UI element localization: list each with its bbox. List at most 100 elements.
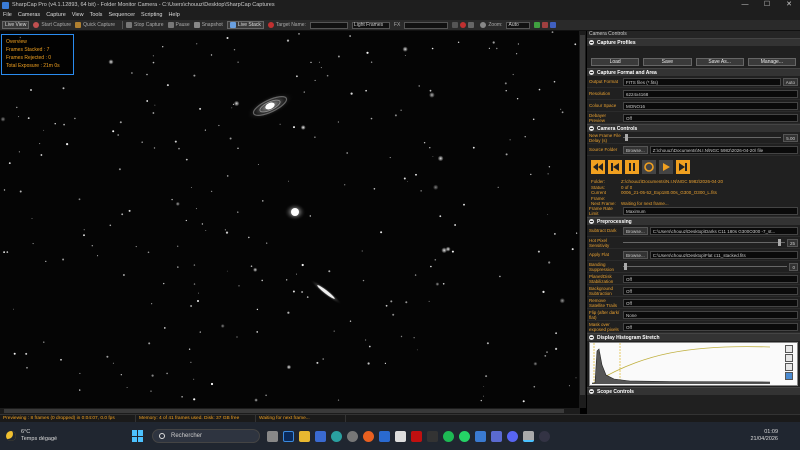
menu-scripting[interactable]: Scripting: [141, 12, 162, 18]
manage-button[interactable]: Manage...: [747, 58, 796, 66]
reload-icon[interactable]: [642, 160, 656, 174]
play-icon[interactable]: [659, 160, 673, 174]
rewind-icon[interactable]: [591, 160, 605, 174]
reticle-icon[interactable]: [460, 22, 467, 28]
sharpcap-icon[interactable]: [522, 430, 534, 442]
store-icon[interactable]: [314, 430, 326, 442]
banding-slider[interactable]: [623, 263, 788, 270]
apply-flat-value[interactable]: C:\Users\chouuz\Desktop\Flat c11_stacked…: [649, 250, 798, 259]
target-name-input[interactable]: [309, 21, 348, 29]
focus-icon[interactable]: [550, 22, 557, 28]
histogram-header[interactable]: Display Histogram Stretch: [587, 333, 800, 341]
preprocessing-header[interactable]: Preprocessing: [587, 217, 800, 225]
slider-handle[interactable]: [625, 134, 628, 141]
menu-file[interactable]: File: [3, 12, 12, 18]
menu-capture[interactable]: Capture: [46, 12, 66, 18]
stretch-settings-icon[interactable]: [785, 372, 793, 380]
frame-rate-select[interactable]: Maximum: [623, 206, 798, 215]
vpn-icon[interactable]: [474, 430, 486, 442]
firefox-icon[interactable]: [362, 430, 374, 442]
hot-pixel-value[interactable]: 25: [786, 238, 798, 247]
histogram-tool-icon[interactable]: [542, 22, 549, 28]
whatsapp-icon[interactable]: [458, 430, 470, 442]
menu-help[interactable]: Help: [168, 12, 179, 18]
menu-cameras[interactable]: Cameras: [18, 12, 40, 18]
source-folder-value[interactable]: Z:\chouuz\Documents\N.I.N\NGC 5982\2026-…: [649, 145, 798, 154]
photoshop-icon[interactable]: [282, 430, 294, 442]
load-button[interactable]: Load: [591, 58, 640, 66]
slider-handle[interactable]: [777, 239, 781, 246]
menu-sequencer[interactable]: Sequencer: [108, 12, 135, 18]
step-back-icon[interactable]: [608, 160, 622, 174]
outlook-icon[interactable]: [378, 430, 390, 442]
frame-delay-slider[interactable]: [623, 134, 782, 141]
stellarium-icon[interactable]: [538, 430, 550, 442]
colour-space-select[interactable]: MONO16: [623, 101, 798, 110]
auto-button[interactable]: Auto: [782, 77, 798, 86]
pause-button[interactable]: Pause: [167, 22, 190, 28]
app-icon-dark[interactable]: [426, 430, 438, 442]
chat-icon[interactable]: [490, 430, 502, 442]
satellite-select[interactable]: Off: [623, 298, 798, 307]
frame-type-select[interactable]: Light Frames: [351, 21, 390, 29]
maximize-button[interactable]: ☐: [756, 0, 778, 10]
annotate-icon[interactable]: [534, 22, 541, 28]
vertical-scroll-thumb[interactable]: [580, 35, 585, 395]
folder-icon[interactable]: [298, 430, 310, 442]
mask-select[interactable]: Off: [623, 322, 798, 331]
scope-controls-header[interactable]: Scope Controls: [587, 387, 800, 395]
taskbar-search[interactable]: Rechercher: [152, 429, 260, 443]
frame-delay-value[interactable]: 5.00: [783, 133, 798, 142]
live-view-button[interactable]: Live View: [2, 21, 30, 29]
debayer-select[interactable]: Off: [623, 113, 798, 122]
hot-pixel-slider[interactable]: [623, 239, 785, 246]
pause-playback-icon[interactable]: [625, 160, 639, 174]
crosshair-icon[interactable]: [468, 22, 475, 28]
banding-value[interactable]: 0: [789, 262, 798, 271]
clock[interactable]: 01:09 21/04/2026: [750, 429, 800, 443]
vertical-scrollbar[interactable]: [579, 31, 586, 408]
browse-dark-button[interactable]: Browse...: [623, 226, 648, 235]
capture-format-header[interactable]: Capture Format and Area: [587, 68, 800, 76]
plus-app-icon[interactable]: [394, 430, 406, 442]
resolution-select[interactable]: 6224x4168: [623, 89, 798, 98]
reset-stretch-icon[interactable]: [785, 354, 793, 362]
edge-icon[interactable]: [330, 430, 342, 442]
histogram-display[interactable]: [589, 342, 798, 386]
fx-select[interactable]: [404, 21, 449, 29]
stretch-option-icon[interactable]: [785, 363, 793, 371]
browse-folder-button[interactable]: Browse...: [623, 145, 648, 154]
subtract-dark-value[interactable]: C:\Users\chouuz\Desktop\Darks C11 180s G…: [649, 226, 798, 235]
flip-select[interactable]: None: [623, 310, 798, 319]
live-stack-button[interactable]: Live Stack: [226, 21, 264, 29]
camera-controls-header[interactable]: Camera Controls: [587, 124, 800, 132]
netflix-icon[interactable]: [410, 430, 422, 442]
menu-view[interactable]: View: [72, 12, 84, 18]
spotify-icon[interactable]: [442, 430, 454, 442]
settings-icon[interactable]: [346, 430, 358, 442]
minimize-button[interactable]: —: [734, 0, 756, 10]
quick-capture-button[interactable]: Quick Capture: [75, 22, 115, 28]
stop-capture-button[interactable]: Stop Capture: [126, 22, 164, 28]
step-forward-icon[interactable]: [676, 160, 690, 174]
save-as-button[interactable]: Save As...: [695, 58, 744, 66]
auto-stretch-icon[interactable]: [785, 345, 793, 353]
slider-handle[interactable]: [624, 263, 627, 270]
grid-icon[interactable]: [452, 22, 459, 28]
save-button[interactable]: Save: [643, 58, 692, 66]
task-view-icon[interactable]: [266, 430, 278, 442]
background-select[interactable]: Off: [623, 286, 798, 295]
windows-start-icon[interactable]: [132, 430, 144, 442]
browse-flat-button[interactable]: Browse...: [623, 250, 648, 259]
menu-tools[interactable]: Tools: [90, 12, 103, 18]
capture-profiles-header[interactable]: Capture Profiles: [587, 38, 800, 46]
horizontal-scroll-thumb[interactable]: [4, 409, 564, 413]
zoom-select[interactable]: Auto: [506, 21, 531, 29]
start-capture-button[interactable]: Start Capture: [33, 22, 71, 28]
weather-widget[interactable]: 6°C Temps dégagé: [0, 429, 132, 443]
snapshot-button[interactable]: Snapshot: [193, 22, 223, 28]
output-format-select[interactable]: FITS files (*.fits): [623, 77, 781, 86]
planet-disk-select[interactable]: Off: [623, 274, 798, 283]
close-button[interactable]: ✕: [778, 0, 800, 10]
image-viewport[interactable]: Overview Frames Stacked : 7 Frames Rejec…: [0, 31, 586, 408]
